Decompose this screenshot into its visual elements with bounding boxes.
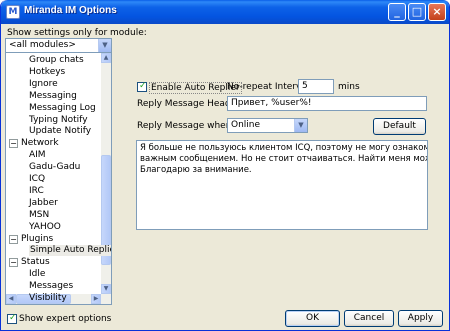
tree-item-label: Status (21, 257, 50, 268)
tree-item-label: Typing Notify (29, 114, 88, 125)
scroll-right-icon[interactable]: ▶ (91, 294, 101, 304)
tree-item-label: MSN (29, 209, 50, 220)
chevron-down-icon[interactable]: ▼ (98, 39, 111, 52)
window-title: Miranda IM Options (24, 5, 117, 16)
tree-item-label: Ignore (29, 78, 58, 89)
reply-when-label: Reply Message when (137, 121, 232, 131)
scroll-left-icon[interactable]: ◀ (6, 294, 16, 304)
reply-heading-input[interactable]: Привет, %user%! (227, 96, 427, 111)
scroll-down-icon[interactable]: ▼ (101, 284, 111, 294)
checkmark-icon: ✓ (9, 313, 17, 323)
tree-item-label: Messaging (29, 90, 77, 101)
reply-when-value: Online (231, 120, 261, 130)
tree-item-label: YAHOO (29, 221, 61, 232)
tree-item-label: Hotkeys (29, 66, 66, 77)
maximize-icon[interactable]: □ (408, 3, 426, 21)
ok-button[interactable]: OK (285, 310, 340, 327)
collapse-icon[interactable]: − (9, 139, 18, 149)
tree-item-label: Visibility (29, 293, 67, 303)
module-filter-label: Show settings only for module: (7, 28, 147, 38)
options-tree[interactable]: ▲ ▼ ◀ ▶ Group chats Hotkeys Ignore Messagin… (5, 52, 112, 305)
tree-item-label: Network (21, 138, 59, 149)
scroll-up-icon[interactable]: ▲ (101, 53, 111, 63)
tree-item-label: Update Notify (29, 126, 92, 137)
tree-vertical-scrollbar[interactable]: ▲ ▼ (101, 53, 111, 304)
no-repeat-interval-unit: mins (338, 82, 360, 92)
tree-item-label: Plugins (21, 233, 54, 244)
show-expert-options-label: Show expert options (19, 314, 112, 324)
enable-auto-replier-checkbox[interactable]: ✓ (137, 81, 147, 92)
tree-item-label: IRC (29, 185, 44, 196)
chevron-down-icon[interactable]: ▼ (294, 119, 307, 132)
close-icon[interactable]: × (428, 3, 446, 21)
module-filter-dropdown[interactable]: <all modules> ▼ (5, 38, 112, 53)
collapse-icon[interactable]: − (9, 234, 18, 244)
tree-item-label: Idle (29, 269, 46, 280)
tree-item-label: Messaging Log (29, 102, 96, 113)
reply-message-textarea[interactable]: Я больше не пользуюсь клиентом ICQ, поэт… (136, 140, 428, 230)
no-repeat-interval-input[interactable]: 5 (298, 79, 334, 94)
tree-item-label: Messages (29, 281, 74, 292)
title-bar[interactable]: M Miranda IM Options _ □ × (1, 0, 449, 24)
cancel-button[interactable]: Cancel (344, 310, 394, 327)
message-line: важным сообщением. Но не стоит отчаивать… (140, 154, 427, 164)
apply-button[interactable]: Apply (398, 310, 443, 327)
module-filter-value: <all modules> (9, 40, 76, 50)
message-line: Я больше не пользуюсь клиентом ICQ, поэт… (140, 143, 427, 153)
checkmark-icon: ✓ (139, 81, 147, 91)
show-expert-options-checkbox[interactable]: ✓ (7, 313, 17, 324)
default-button[interactable]: Default (373, 118, 426, 135)
tree-item-label: ICQ (29, 174, 46, 184)
tree-item-label: AIM (29, 150, 46, 161)
miranda-app-icon: M (6, 5, 20, 19)
tree-item-label: Group chats (29, 55, 84, 65)
tree-item-label: Gadu-Gadu (29, 162, 81, 173)
options-window: M Miranda IM Options _ □ × Show settings… (0, 0, 450, 331)
message-line: Благодарю за внимание. (140, 165, 252, 175)
minimize-icon[interactable]: _ (388, 3, 406, 21)
tree-item-label: Simple Auto Replier (29, 245, 111, 257)
tree-item-label: Jabber (29, 197, 58, 208)
reply-when-dropdown[interactable]: Online ▼ (227, 118, 308, 133)
collapse-icon[interactable]: − (9, 258, 18, 268)
